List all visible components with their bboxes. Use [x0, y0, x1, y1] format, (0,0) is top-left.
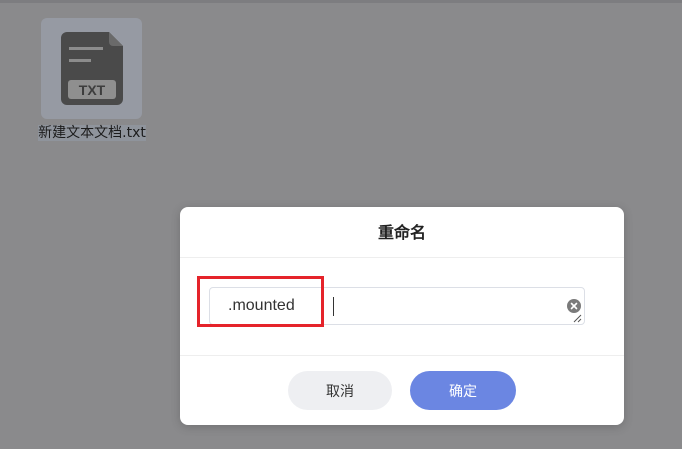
confirm-button[interactable]: 确定: [410, 371, 516, 410]
clear-circle-icon[interactable]: [567, 299, 581, 313]
text-caret: [333, 297, 334, 316]
top-divider: [0, 0, 682, 3]
file-type-badge: TXT: [79, 82, 106, 98]
desktop-file-item[interactable]: TXT: [41, 18, 142, 119]
file-name-label: 新建文本文档.txt: [38, 125, 146, 141]
title-divider: [180, 257, 624, 258]
rename-dialog: 重命名 取消 确定: [180, 207, 624, 425]
dialog-title: 重命名: [377, 223, 426, 242]
cancel-button[interactable]: 取消: [288, 371, 392, 410]
rename-input[interactable]: [228, 288, 558, 324]
rename-field[interactable]: [209, 287, 585, 325]
resize-handle-icon[interactable]: [573, 314, 582, 323]
footer-divider: [180, 355, 624, 356]
txt-file-icon: TXT: [61, 32, 123, 105]
